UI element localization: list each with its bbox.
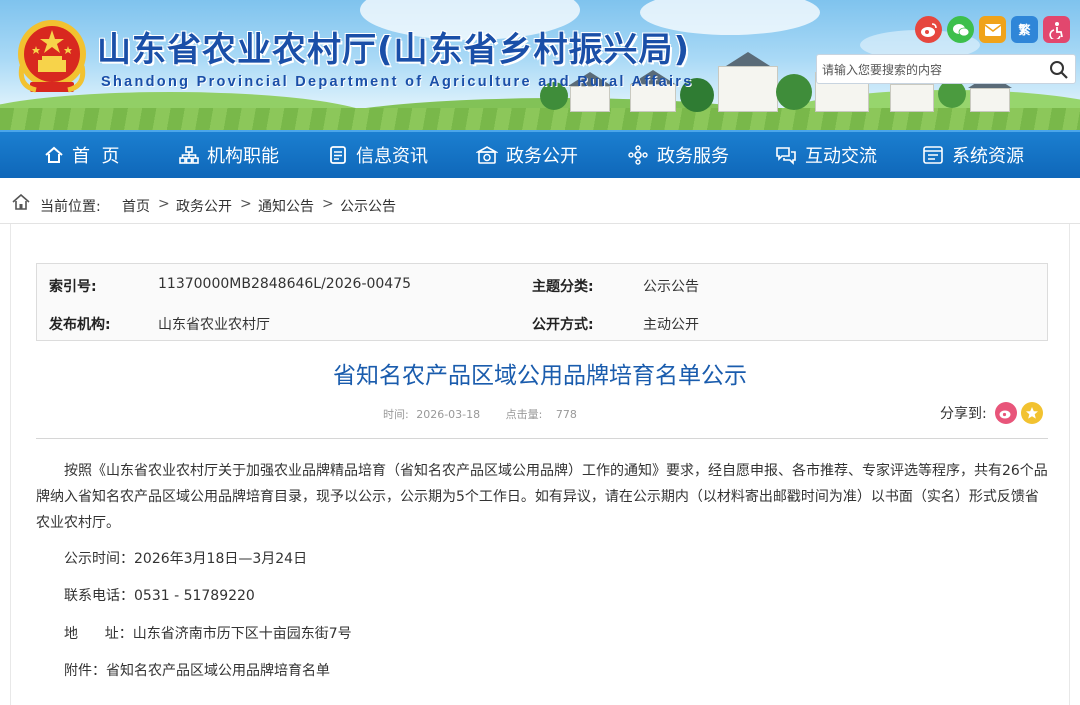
weibo-icon[interactable]: [915, 16, 942, 43]
national-emblem-logo: [18, 20, 86, 93]
nav-item-label: 信息资讯: [356, 146, 428, 167]
nav-item-label: 机构职能: [207, 146, 279, 167]
meta-publisher-value: 山东省农业农村厅: [158, 317, 270, 333]
breadcrumb-gov-open[interactable]: 政务公开: [176, 196, 232, 216]
breadcrumb: 当前位置: 首页 > 政务公开 > 通知公告 > 公示公告: [0, 180, 1080, 224]
nav-item-news[interactable]: 信息资讯: [328, 132, 428, 178]
nav-item-gov-open[interactable]: 政务公开: [476, 132, 578, 178]
nav-item-system[interactable]: 系统资源: [922, 132, 1024, 178]
nav-item-label: 互动交流: [805, 146, 877, 167]
article-time-value: 2026-03-18: [416, 408, 481, 421]
home-icon: [45, 146, 63, 163]
breadcrumb-separator: >: [158, 196, 170, 212]
system-icon: [923, 146, 943, 164]
meta-index-value: 11370000MB2848646L/2026-00475: [158, 276, 412, 292]
service-icon: [628, 145, 648, 165]
article-phone: 联系电话：0531 - 51789220: [64, 588, 255, 604]
meta-index-label: 索引号:: [49, 279, 97, 295]
document-meta-table: 索引号: 11370000MB2848646L/2026-00475 主题分类:…: [36, 263, 1048, 341]
share-favorite-icon[interactable]: [1020, 402, 1043, 424]
meta-mode-value: 主动公开: [643, 317, 699, 333]
article-time-label: 时间:: [383, 408, 409, 421]
nav-item-service[interactable]: 政务服务: [627, 132, 729, 178]
wechat-icon[interactable]: [947, 16, 974, 43]
article-clicks-label: 点击量:: [505, 408, 543, 421]
breadcrumb-announcements[interactable]: 公示公告: [340, 196, 396, 216]
breadcrumb-notices[interactable]: 通知公告: [258, 196, 314, 216]
share-label: 分享到:: [940, 406, 987, 422]
interact-icon: [776, 147, 796, 165]
meta-topic-label: 主题分类:: [532, 279, 594, 295]
meta-publisher-label: 发布机构:: [49, 317, 111, 333]
nav-item-label: 政务公开: [506, 146, 578, 167]
mail-icon[interactable]: [979, 16, 1006, 43]
nav-item-label: 系统资源: [952, 146, 1024, 167]
article-info: 时间: 2026-03-18 点击量: 778: [383, 406, 577, 422]
news-icon: [330, 146, 346, 164]
article-clicks-value: 778: [555, 408, 577, 421]
article-body: 按照《山东省农业农村厅关于加强农业品牌精品培育（省知名农产品区域公用品牌）工作的…: [36, 458, 1050, 536]
divider: [36, 438, 1048, 439]
accessibility-icon[interactable]: [1043, 16, 1070, 43]
site-subtitle: Shandong Provincial Department of Agricu…: [101, 74, 694, 90]
main-nav: 首 页 机构职能 信息资讯 政务公开 政务服务 互动交流 系统资源: [0, 130, 1080, 178]
nav-item-home[interactable]: 首 页: [44, 132, 119, 178]
article-address: 地 址：山东省济南市历下区十亩园东街7号: [64, 623, 352, 643]
article-attachment-label: 附件：: [64, 663, 106, 679]
meta-mode-label: 公开方式:: [532, 317, 594, 333]
article-address-label: 地 址：: [64, 626, 133, 642]
nav-item-label: 政务服务: [657, 146, 729, 167]
search-input[interactable]: [822, 61, 1046, 79]
article-period: 公示时间：2026年3月18日—3月24日: [64, 551, 308, 567]
org-icon: [179, 146, 199, 164]
article-address-value: 山东省济南市历下区十亩园东街7号: [132, 626, 352, 642]
breadcrumb-home[interactable]: 首页: [122, 196, 150, 216]
site-title: 山东省农业农村厅(山东省乡村振兴局): [97, 30, 691, 70]
article-paragraph: 按照《山东省农业农村厅关于加强农业品牌精品培育（省知名农产品区域公用品牌）工作的…: [36, 463, 1048, 531]
article-title: 省知名农产品区域公用品牌培育名单公示: [333, 363, 747, 389]
traditional-chinese-icon[interactable]: 繁: [1011, 16, 1038, 43]
nav-item-org[interactable]: 机构职能: [179, 132, 279, 178]
social-links: 繁: [915, 16, 1070, 43]
home-icon: [12, 194, 30, 210]
header-banner: 山东省农业农村厅(山东省乡村振兴局) Shandong Provincial D…: [0, 0, 1080, 130]
share-weibo-icon[interactable]: [994, 402, 1017, 424]
gov-open-icon: [476, 146, 498, 164]
article-attachment-link[interactable]: 省知名农产品区域公用品牌培育名单: [106, 663, 330, 679]
nav-item-interact[interactable]: 互动交流: [775, 132, 877, 178]
meta-topic-value: 公示公告: [643, 279, 699, 295]
breadcrumb-separator: >: [322, 196, 334, 212]
breadcrumb-separator: >: [240, 196, 252, 212]
search-icon[interactable]: [1049, 60, 1069, 80]
share-bar: 分享到:: [940, 402, 1043, 424]
nav-item-label: 首 页: [72, 146, 120, 167]
search-box: [816, 54, 1076, 84]
article-attachment: 附件：省知名农产品区域公用品牌培育名单: [64, 660, 330, 680]
breadcrumb-label: 当前位置:: [40, 199, 101, 215]
